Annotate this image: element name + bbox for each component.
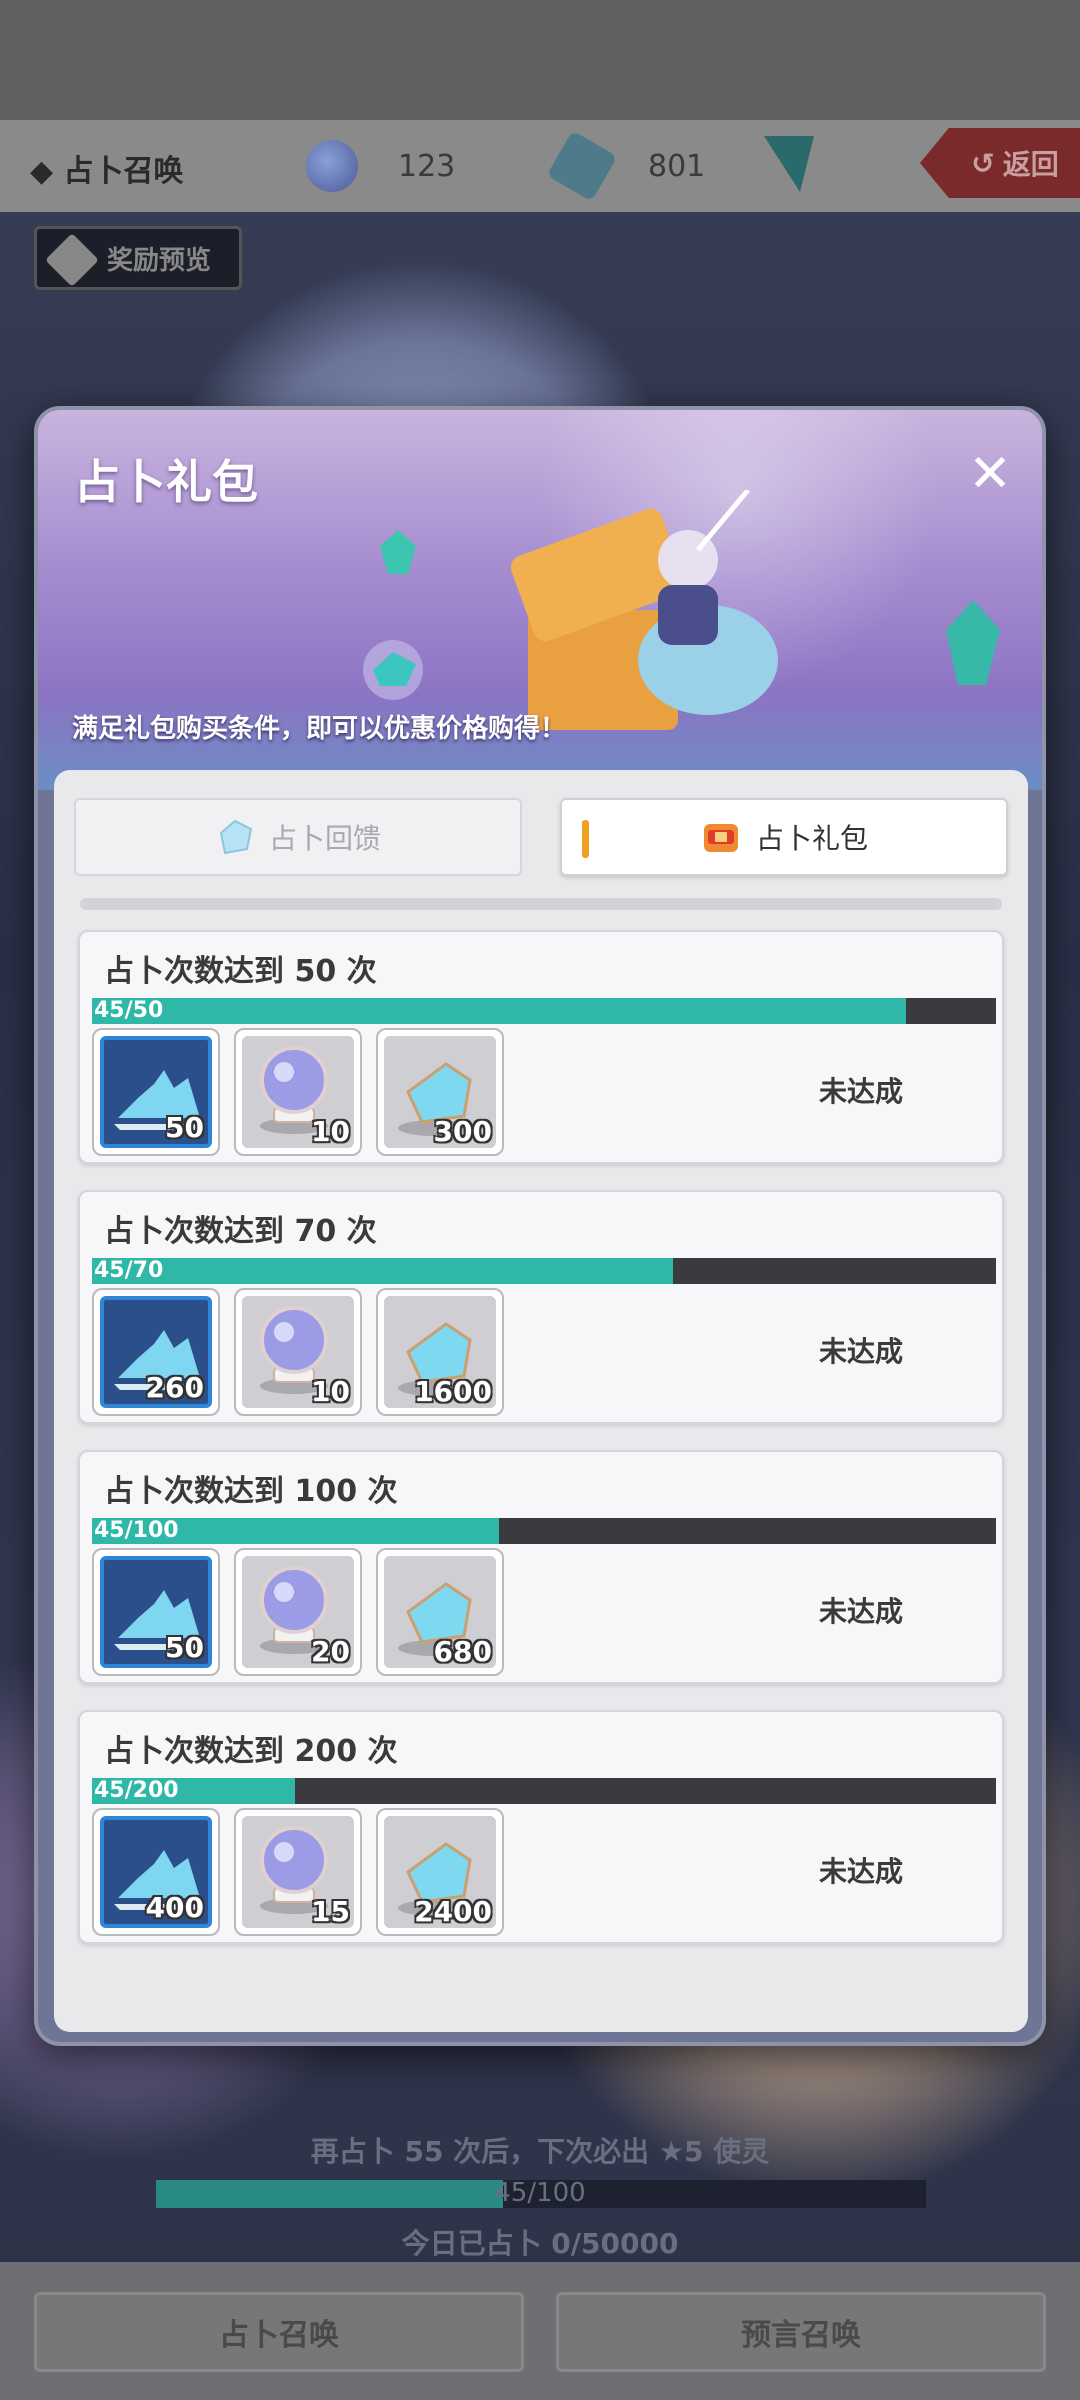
modal-title: 占卜礼包 [74,455,258,509]
reward-preview-label: 奖励预览 [107,245,212,276]
bottom-progress-text: 45/100 [494,2178,586,2208]
reward-progress-text: 45/200 [94,1778,179,1803]
reward-progress-text: 45/50 [94,998,164,1023]
reward-item[interactable]: 20 [234,1548,362,1676]
nav-divination-label: 占卜召唤 [219,2318,339,2353]
scroll-divider [80,898,1002,910]
status-area [0,0,1080,120]
reward-item[interactable]: 2400 [376,1808,504,1936]
add-gem-icon[interactable] [764,136,814,192]
item-count: 10 [311,1375,350,1408]
gem-icon [215,819,255,855]
reward-card: 占卜次数达到 50 次 45/50 50 10 300 未达成 [78,930,1004,1164]
gift-pack-modal: 占卜礼包 ✕ 满足礼包购买条件，即可以优惠价格购得！ 占卜回馈 占卜礼包 占卜次… [34,406,1046,2046]
nav-divination-summon[interactable]: 占卜召唤 [34,2292,524,2372]
reward-preview-button[interactable]: 奖励预览 [34,226,242,290]
today-count-text: 今日已占卜 0/50000 [401,2227,679,2260]
reward-card: 占卜次数达到 200 次 45/200 400 15 2400 未达成 [78,1710,1004,1944]
top-bar: ◆ 占卜召唤 123 801 ↺ 返回 [0,120,1080,212]
reward-progress-text: 45/70 [94,1258,164,1283]
item-count: 1600 [414,1375,492,1408]
reward-card: 占卜次数达到 70 次 45/70 260 10 1600 未达成 [78,1190,1004,1424]
back-button[interactable]: ↺ 返回 [920,128,1080,198]
crystal-ball-icon [306,140,358,192]
close-icon[interactable]: ✕ [964,448,1016,500]
reward-progress-bar: 45/200 [92,1778,996,1804]
reward-status: 未达成 [818,1595,903,1628]
alert-icon [45,233,99,287]
reward-card-title: 占卜次数达到 100 次 [104,1474,398,1509]
item-count: 300 [433,1115,492,1148]
item-count: 50 [165,1111,204,1144]
pity-text: 再占卜 55 次后，下次必出 ★5 使灵 [310,2135,770,2168]
active-tab-indicator [582,820,589,858]
tab-divination-gift-pack[interactable]: 占卜礼包 [560,798,1008,876]
gift-box-icon [700,818,742,856]
reward-progress-bar: 45/100 [92,1518,996,1544]
bottom-nav: 占卜召唤 预言召唤 [0,2262,1080,2400]
reward-progress-bar: 45/70 [92,1258,996,1284]
reward-status: 未达成 [818,1335,903,1368]
item-count: 50 [165,1631,204,1664]
tab-feedback-label: 占卜回馈 [268,822,381,855]
item-count: 260 [145,1371,204,1404]
tab-gift-pack-label: 占卜礼包 [755,822,868,855]
reward-item[interactable]: 50 [92,1548,220,1676]
reward-progress-fill [92,1258,674,1284]
reward-item[interactable]: 1600 [376,1288,504,1416]
reward-card-title: 占卜次数达到 200 次 [104,1734,398,1769]
item-count: 2400 [414,1895,492,1928]
crystal-decoration-icon [378,530,418,574]
reward-item[interactable]: 300 [376,1028,504,1156]
crystal-decoration-icon [938,600,1008,690]
reward-status: 未达成 [818,1075,903,1108]
reward-progress-fill [92,998,906,1024]
reward-card-title: 占卜次数达到 50 次 [104,954,377,989]
item-count: 400 [145,1891,204,1924]
orb-resource: 123 [306,140,455,192]
reward-progress-bar: 45/50 [92,998,996,1024]
modal-subtitle: 满足礼包购买条件，即可以优惠价格购得！ [72,714,567,744]
reward-progress-text: 45/100 [94,1518,179,1543]
reward-status: 未达成 [818,1855,903,1888]
page-title: ◆ 占卜召唤 [30,154,184,189]
reward-item[interactable]: 260 [92,1288,220,1416]
reward-card-title: 占卜次数达到 70 次 [104,1214,377,1249]
reward-item[interactable]: 50 [92,1028,220,1156]
nav-prophecy-summon[interactable]: 预言召唤 [556,2292,1046,2372]
crystal-decoration-icon [358,640,428,700]
back-label: 返回 [1002,148,1059,181]
back-arrow-icon: ↺ [971,146,995,180]
reward-card: 占卜次数达到 100 次 45/100 50 20 680 未达成 [78,1450,1004,1684]
reward-item[interactable]: 15 [234,1808,362,1936]
orb-count: 123 [398,148,456,184]
item-count: 20 [311,1635,350,1668]
reward-panel: 占卜回馈 占卜礼包 占卜次数达到 50 次 45/50 50 10 300 未达… [54,770,1028,2032]
gem-icon [546,130,618,202]
nav-prophecy-label: 预言召唤 [741,2318,861,2353]
reward-item[interactable]: 10 [234,1028,362,1156]
gem-count: 801 [648,148,706,184]
item-count: 680 [433,1635,492,1668]
reward-item[interactable]: 10 [234,1288,362,1416]
tab-bar: 占卜回馈 占卜礼包 [74,798,1008,876]
item-count: 15 [311,1895,350,1928]
tab-divination-feedback[interactable]: 占卜回馈 [74,798,522,876]
modal-banner: 占卜礼包 ✕ 满足礼包购买条件，即可以优惠价格购得！ [38,410,1042,790]
gem-resource: 801 [546,130,706,202]
item-count: 10 [311,1115,350,1148]
reward-item[interactable]: 400 [92,1808,220,1936]
reward-item[interactable]: 680 [376,1548,504,1676]
